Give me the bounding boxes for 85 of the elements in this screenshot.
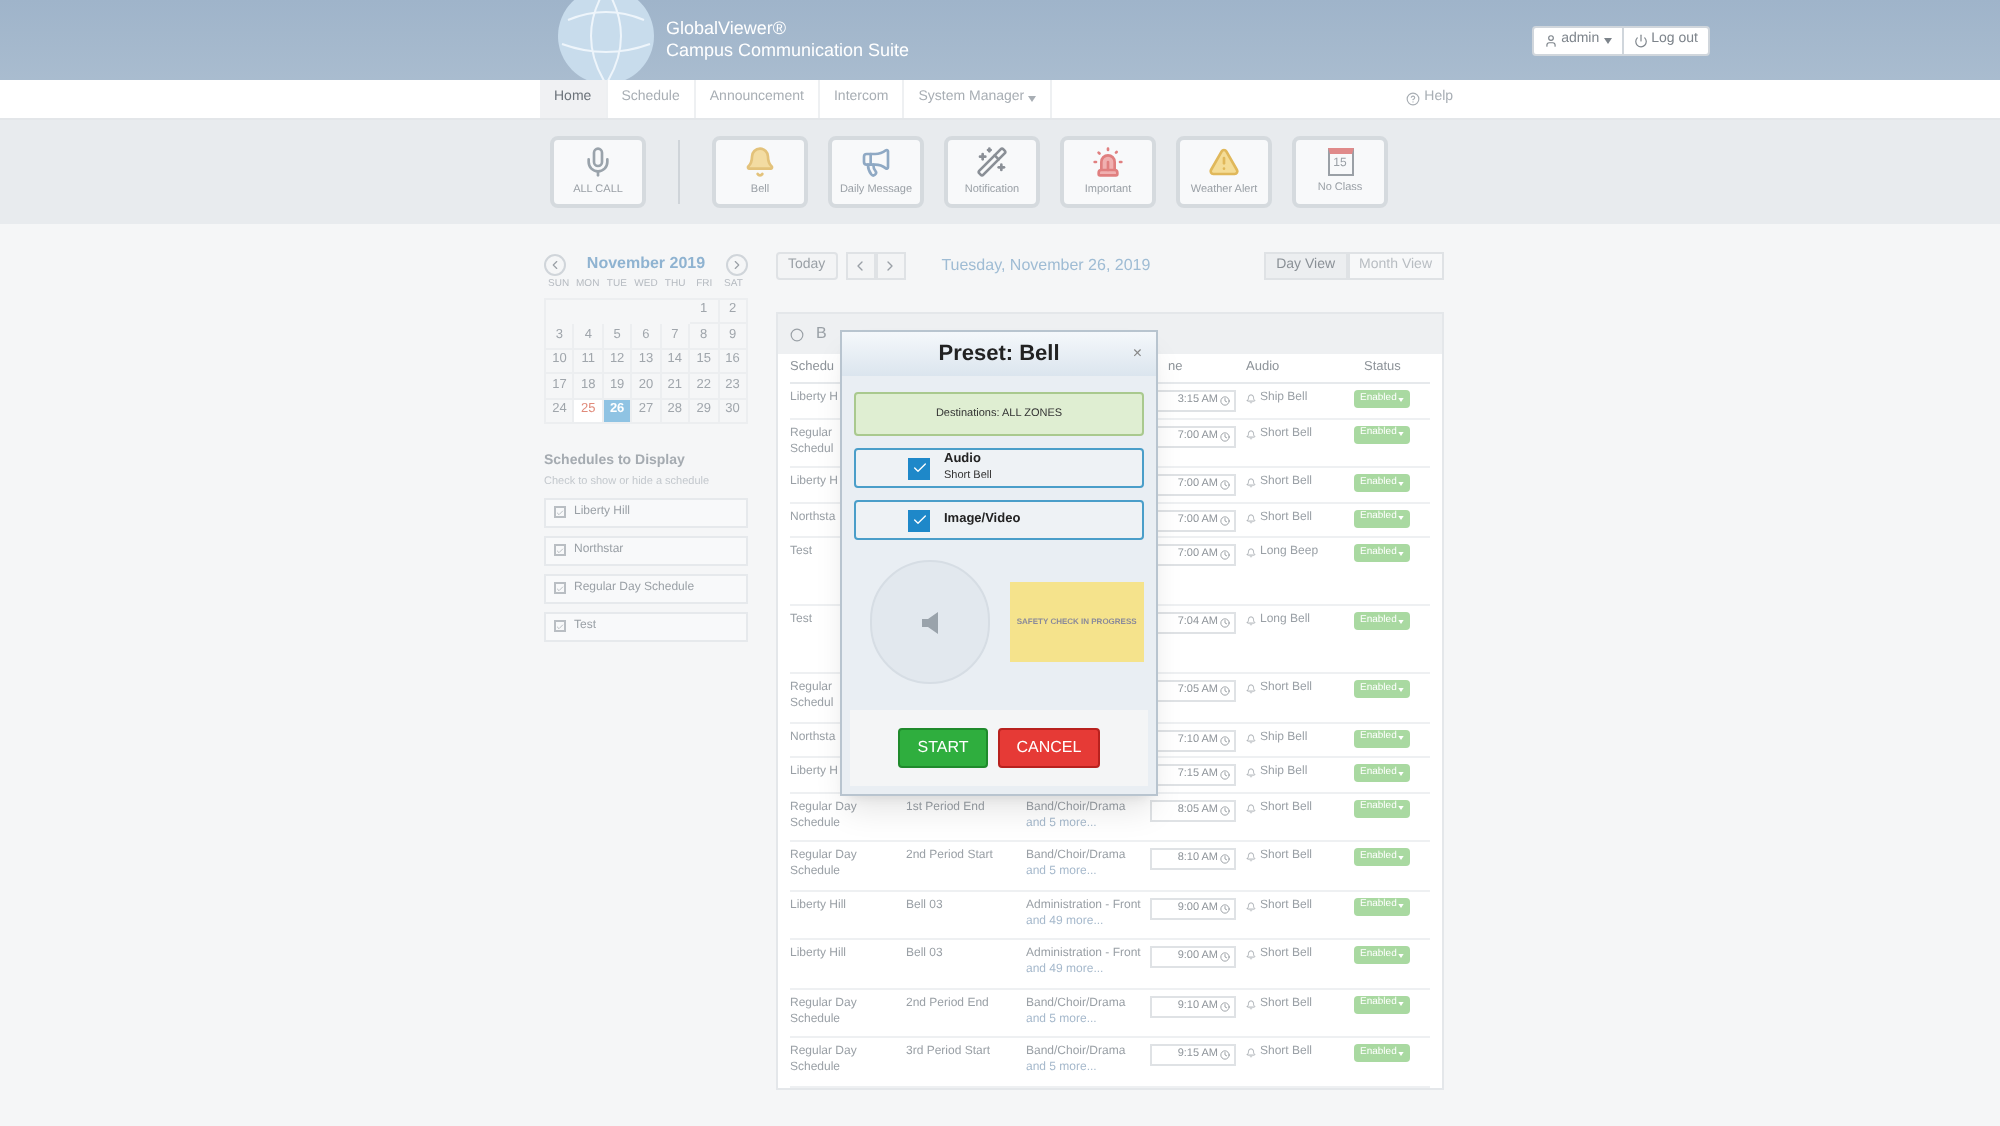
clock-icon	[1220, 686, 1230, 696]
next-day-button[interactable]	[875, 252, 906, 280]
check-icon	[556, 507, 564, 518]
bell-icon	[1246, 548, 1256, 558]
bell-icon	[1246, 999, 1256, 1009]
caret-icon	[1398, 397, 1405, 401]
clock-icon	[1220, 618, 1230, 628]
caret-icon	[1398, 953, 1405, 957]
suite-name: Campus Communication Suite	[666, 40, 910, 62]
panel-title: B	[816, 322, 827, 346]
clock-icon	[1220, 1001, 1230, 1011]
clock-icon	[1220, 1050, 1230, 1060]
bell-icon	[1246, 478, 1256, 488]
chevron-left-icon	[548, 257, 562, 271]
bell-icon	[1246, 733, 1256, 743]
bell-icon	[1246, 616, 1256, 626]
month-title: November 2019	[586, 252, 706, 276]
clock-icon	[1220, 431, 1230, 441]
caret-icon	[1398, 904, 1405, 908]
bell-icon	[744, 145, 776, 178]
bell-icon	[1246, 684, 1256, 694]
prev-day-button[interactable]	[845, 252, 876, 280]
bell-icon	[1246, 852, 1256, 862]
caret-icon	[1398, 551, 1405, 555]
check-icon	[556, 583, 564, 594]
clock-icon	[1220, 805, 1230, 815]
caret-icon	[1398, 771, 1405, 775]
checkbox[interactable]	[554, 582, 566, 595]
prev-month-button[interactable]	[544, 253, 566, 275]
start-button[interactable]: START	[898, 728, 988, 768]
clock-icon	[1220, 770, 1230, 780]
caret-icon	[1398, 481, 1405, 485]
caret-icon	[1398, 806, 1405, 810]
clock-icon	[1220, 903, 1230, 913]
caret-icon	[1398, 687, 1405, 691]
next-month-button[interactable]	[726, 253, 748, 275]
caret-icon	[1398, 855, 1405, 859]
warning-icon	[1208, 145, 1240, 178]
caret-icon	[1398, 1051, 1405, 1055]
cancel-button[interactable]: CANCEL	[998, 728, 1100, 768]
check-icon	[911, 512, 927, 528]
siren-icon	[1092, 145, 1124, 178]
caret-icon	[1398, 432, 1405, 436]
checkbox[interactable]	[554, 544, 566, 557]
bell-icon	[1246, 429, 1256, 439]
bell-icon	[1246, 950, 1256, 960]
wand-icon	[976, 145, 1008, 178]
user-icon	[1543, 33, 1558, 47]
caret-icon	[1398, 516, 1405, 520]
bell-icon	[1246, 803, 1256, 813]
bell-icon	[1246, 394, 1256, 404]
date-title: Tuesday, November 26, 2019	[941, 254, 1151, 278]
microphone-icon	[582, 145, 614, 178]
caret-icon	[1398, 736, 1405, 740]
chevron-right-icon	[730, 257, 744, 271]
help-icon	[1406, 92, 1421, 106]
bell-icon	[1246, 768, 1256, 778]
globe-icon	[552, 0, 660, 80]
checkbox[interactable]	[554, 506, 566, 519]
bell-icon	[1246, 901, 1256, 911]
clock-icon	[1220, 854, 1230, 864]
checkbox[interactable]	[554, 620, 566, 633]
radio-icon	[790, 327, 804, 341]
caret-icon	[1398, 619, 1405, 623]
bell-icon	[1246, 1048, 1256, 1058]
clock-icon	[1220, 396, 1230, 406]
caret-icon	[1603, 37, 1612, 43]
caret-icon	[1398, 1002, 1405, 1006]
checkbox[interactable]	[908, 509, 930, 531]
clock-icon	[1220, 480, 1230, 490]
check-icon	[556, 545, 564, 556]
clock-icon	[1220, 515, 1230, 525]
megaphone-icon	[860, 145, 892, 178]
power-icon	[1633, 33, 1648, 47]
brand-name: GlobalViewer®	[666, 18, 788, 40]
checkbox[interactable]	[908, 457, 930, 479]
check-icon	[911, 460, 927, 476]
bell-icon	[1246, 513, 1256, 523]
close-button[interactable]: ×	[1132, 342, 1142, 366]
dialog-title: Preset: Bell	[938, 339, 1060, 370]
clock-icon	[1220, 735, 1230, 745]
speaker-icon	[921, 611, 938, 633]
clock-icon	[1220, 550, 1230, 560]
clock-icon	[1220, 952, 1230, 962]
check-icon	[556, 621, 564, 632]
